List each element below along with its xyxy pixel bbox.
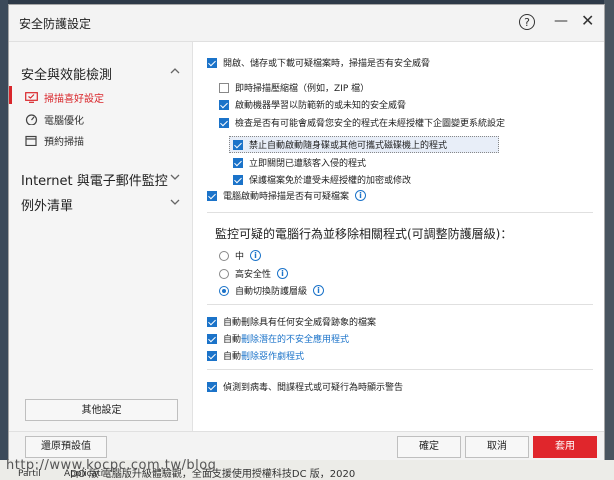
option-scan-archives[interactable]: 即時掃描壓縮檔（例如，ZIP 檔）	[219, 81, 369, 94]
sidebar-item-label: 預約掃描	[44, 137, 84, 148]
other-settings-button[interactable]: 其他設定	[25, 399, 178, 421]
close-icon[interactable]: ✕	[581, 11, 594, 30]
sidebar-item-label: 電腦優化	[44, 116, 84, 127]
option-label: 自動切換防護層級	[235, 287, 308, 297]
option-auto-delete-threats[interactable]: 自動刪除具有任何安全威脅跡象的檔案	[207, 315, 376, 328]
option-block-autorun[interactable]: 禁止自動啟動隨身碟或其他可攜式磁碟機上的程式	[233, 138, 447, 151]
gauge-icon	[25, 114, 38, 126]
radio-high-security[interactable]: 高安全性 i	[219, 267, 289, 280]
option-label: 保護檔案免於遭受未經授權的加密或修改	[249, 176, 412, 186]
option-label: 即時掃描壓縮檔（例如，ZIP 檔）	[235, 84, 370, 94]
option-label: 自動	[223, 352, 242, 362]
title-bar: 安全防護設定 ? — ✕	[9, 5, 604, 42]
cancel-button[interactable]: 取消	[465, 436, 529, 458]
checkbox[interactable]	[207, 190, 217, 201]
option-label: 自動刪除具有任何安全威脅跡象的檔案	[223, 318, 377, 328]
ok-button[interactable]: 確定	[397, 436, 461, 458]
option-block-system-changes[interactable]: 檢查是否有可能會威脅您安全的程式在未經授權下企圖變更系統設定	[219, 116, 505, 129]
help-icon[interactable]: ?	[519, 14, 535, 30]
option-scan-at-startup[interactable]: 電腦啟動時掃描是否有可疑檔案 i	[207, 189, 367, 202]
divider	[207, 212, 593, 213]
option-label: 中	[235, 252, 245, 262]
monitor-check-icon	[25, 92, 38, 103]
info-icon[interactable]: i	[313, 285, 325, 296]
sidebar-section-scan[interactable]: 安全與效能檢測	[21, 64, 112, 83]
sidebar-item-scan-preferences[interactable]: 掃描喜好設定	[25, 90, 104, 105]
sidebar: 安全與效能檢測 掃描喜好設定 電腦優化 預約掃描 Internet 與電子郵件監…	[9, 42, 193, 431]
option-scan-on-open[interactable]: 開啟、儲存或下載可疑檔案時，掃描是否有安全威脅	[207, 56, 430, 69]
behavior-monitor-heading: 監控可疑的電腦行為並移除相關程式(可調整防護層級)：	[215, 227, 513, 241]
checkbox[interactable]	[207, 333, 217, 344]
option-protect-encryption[interactable]: 保護檔案免於遭受未經授權的加密或修改	[233, 173, 411, 186]
option-label: 檢查是否有可能會威脅您安全的程式在未經授權下企圖變更系統設定	[235, 119, 506, 129]
settings-window: 安全防護設定 ? — ✕ 安全與效能檢測 掃描喜好設定 電腦優化 預約掃描 In…	[8, 4, 605, 460]
window-title: 安全防護設定	[19, 17, 92, 31]
apply-button[interactable]: 套用	[533, 436, 597, 458]
checkbox[interactable]	[233, 139, 243, 150]
option-machine-learning[interactable]: 啟動機器學習以防範新的或未知的安全威脅	[219, 98, 406, 111]
option-label: 自動	[223, 335, 242, 345]
sidebar-item-label: 掃描喜好設定	[44, 94, 104, 105]
sidebar-section-exceptions[interactable]: 例外清單	[21, 195, 73, 214]
watermark-text: http://www.kocpc.com.tw/blog	[6, 458, 217, 473]
option-label: 立即關閉已遭駭客入侵的程式	[249, 159, 367, 169]
button-bar: 還原預設值 確定 取消 套用	[9, 431, 604, 460]
chevron-down-icon[interactable]	[170, 174, 180, 184]
sidebar-active-indicator	[9, 86, 12, 104]
info-icon[interactable]: i	[355, 190, 367, 201]
option-label: 禁止自動啟動隨身碟或其他可攜式磁碟機上的程式	[249, 141, 448, 151]
option-show-alert[interactable]: 偵測到病毒、間諜程式或可疑行為時顯示警告	[207, 380, 403, 393]
pua-link[interactable]: 刪除潛在的不安全應用程式	[241, 332, 349, 345]
option-label: 偵測到病毒、間諜程式或可疑行為時顯示警告	[223, 383, 404, 393]
checkbox[interactable]	[207, 57, 217, 68]
desktop-left-edge	[0, 0, 8, 480]
option-close-compromised[interactable]: 立即關閉已遭駭客入侵的程式	[233, 156, 366, 169]
chevron-up-icon[interactable]	[170, 67, 180, 77]
radio-button[interactable]	[219, 268, 229, 279]
divider	[207, 304, 593, 305]
checkbox[interactable]	[207, 350, 217, 361]
option-auto-delete-pua[interactable]: 自動 刪除潛在的不安全應用程式	[207, 332, 349, 345]
reset-defaults-button[interactable]: 還原預設值	[25, 436, 107, 458]
checkbox[interactable]	[207, 381, 217, 392]
divider	[207, 369, 593, 370]
calendar-icon	[25, 135, 38, 147]
sidebar-section-internet[interactable]: Internet 與電子郵件監控	[21, 170, 168, 189]
checkbox[interactable]	[233, 157, 243, 168]
checkbox[interactable]	[207, 316, 217, 327]
radio-button[interactable]	[219, 250, 229, 261]
option-label: 高安全性	[235, 270, 272, 280]
option-auto-delete-joke[interactable]: 自動 刪除惡作劇程式	[207, 349, 304, 362]
checkbox[interactable]	[219, 117, 229, 128]
chevron-down-icon[interactable]	[170, 199, 180, 209]
option-label: 開啟、儲存或下載可疑檔案時，掃描是否有安全威脅	[223, 59, 431, 69]
radio-auto-switch[interactable]: 自動切換防護層級 i	[219, 284, 325, 297]
radio-button[interactable]	[219, 285, 229, 296]
option-label: 啟動機器學習以防範新的或未知的安全威脅	[235, 101, 407, 111]
radio-medium[interactable]: 中 i	[219, 249, 262, 262]
minimize-icon[interactable]: —	[554, 13, 568, 29]
option-label: 電腦啟動時掃描是否有可疑檔案	[223, 192, 350, 202]
sidebar-item-pc-optimize[interactable]: 電腦優化	[25, 112, 84, 127]
checkbox[interactable]	[219, 82, 229, 93]
checkbox[interactable]	[233, 174, 243, 185]
settings-content: 開啟、儲存或下載可疑檔案時，掃描是否有安全威脅 即時掃描壓縮檔（例如，ZIP 檔…	[193, 42, 603, 431]
checkbox[interactable]	[219, 99, 229, 110]
joke-program-link[interactable]: 刪除惡作劇程式	[241, 349, 304, 362]
info-icon[interactable]: i	[250, 250, 262, 261]
sidebar-item-scheduled-scan[interactable]: 預約掃描	[25, 133, 84, 148]
info-icon[interactable]: i	[277, 268, 289, 279]
desktop-right-edge	[604, 0, 614, 480]
